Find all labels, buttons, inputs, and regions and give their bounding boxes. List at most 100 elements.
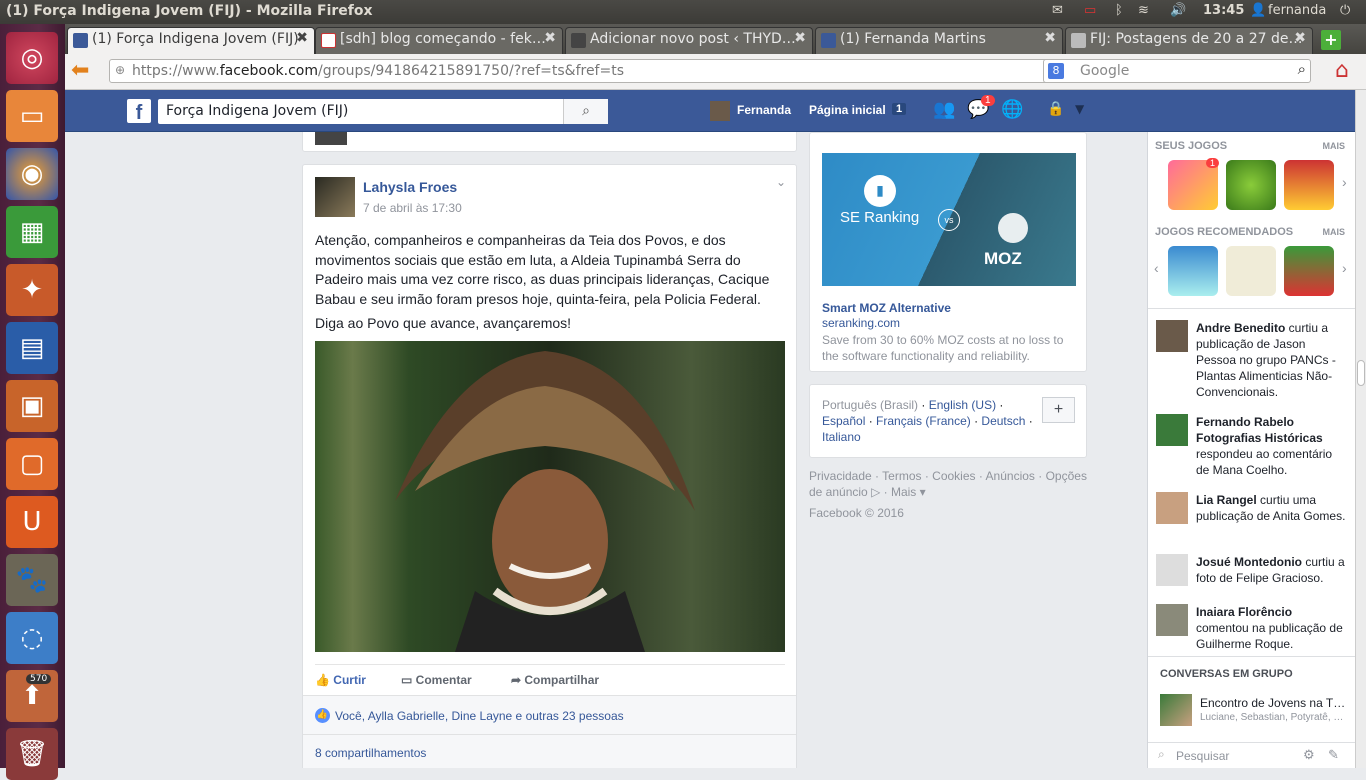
ubuntu-icon[interactable]: ◎ (6, 32, 58, 84)
trash-icon[interactable]: 🗑 (6, 728, 58, 780)
home-icon[interactable]: ⌂ (1335, 58, 1349, 83)
close-icon[interactable]: ✖ (544, 30, 556, 46)
close-icon[interactable]: ✖ (794, 30, 806, 46)
share-button[interactable]: ➦ Compartilhar (511, 673, 599, 687)
divider (1148, 656, 1356, 657)
ad-image[interactable]: ▮ SE Ranking vs MOZ (822, 153, 1076, 286)
more-link[interactable]: MAIS (1323, 141, 1346, 151)
frog-game-icon[interactable] (1226, 160, 1276, 210)
mail-icon[interactable]: ✉ (1052, 3, 1063, 18)
languages-card: Português (Brasil) · English (US) · Espa… (809, 384, 1087, 458)
clock[interactable]: 13:45 (1203, 3, 1244, 18)
add-language-button[interactable]: + (1042, 397, 1075, 423)
chat-search-bar[interactable]: ⌕ Pesquisar ⚙ ✎ (1148, 742, 1356, 768)
volume-icon[interactable]: 🔊 (1170, 3, 1186, 18)
footer-link[interactable]: Mais (891, 485, 916, 499)
tab-fij-postagens[interactable]: FIJ: Postagens de 20 a 27 de… ✖ (1065, 27, 1313, 54)
chevron-right-icon[interactable]: › (1342, 174, 1347, 190)
web-search-input[interactable]: 8 Google ⌕ (1043, 59, 1311, 83)
gimp-icon[interactable]: 🐾 (6, 554, 58, 606)
page-icon (1071, 33, 1086, 48)
spreadsheet-icon[interactable]: ▦ (6, 206, 58, 258)
close-icon[interactable]: ✖ (296, 30, 308, 46)
angry-birds-icon[interactable] (1284, 246, 1334, 296)
clock-game-icon[interactable] (1226, 246, 1276, 296)
ad-card[interactable]: ▮ SE Ranking vs MOZ Smart MOZ Alternativ… (809, 132, 1087, 372)
page-footer: Privacidade · Termos · Cookies · Anúncio… (809, 469, 1087, 520)
footer-link[interactable]: Cookies (932, 469, 975, 483)
language-option[interactable]: Español (822, 414, 865, 428)
language-option[interactable]: English (US) (929, 398, 996, 412)
page-scrollbar[interactable] (1355, 90, 1366, 768)
tab-label: [sdh] blog começando - fek… (340, 31, 546, 47)
footer-link[interactable]: Termos (882, 469, 921, 483)
compose-icon[interactable]: ✎ (1328, 747, 1339, 763)
facebook-search-input[interactable]: Força Indigena Jovem (FIJ) ⌕ (158, 99, 608, 124)
tab-fernanda-martins[interactable]: (1) Fernanda Martins ✖ (815, 27, 1063, 54)
privacy-lock-icon[interactable]: 🔒 (1047, 101, 1064, 117)
ubuntu-one-icon[interactable]: U (6, 496, 58, 548)
user-name[interactable]: fernanda (1268, 3, 1326, 18)
facebook-logo-icon[interactable]: f (127, 99, 151, 124)
search-icon[interactable]: ⌕ (563, 99, 608, 124)
home-link[interactable]: Página inicial (809, 103, 886, 117)
gear-icon[interactable]: ⚙ (1303, 747, 1315, 763)
wifi-icon[interactable]: ≋ (1138, 3, 1149, 18)
power-icon[interactable]: ⏻ (1340, 3, 1350, 18)
millionaire-city-icon[interactable] (1284, 160, 1334, 210)
google-icon[interactable]: 8 (1048, 63, 1064, 79)
chevron-right-icon[interactable]: › (1342, 260, 1347, 276)
post-author[interactable]: Lahysla Froes (363, 179, 457, 195)
settings-icon[interactable]: ✦ (6, 264, 58, 316)
language-option[interactable]: Deutsch (981, 414, 1025, 428)
impress-icon[interactable]: ▣ (6, 380, 58, 432)
search-icon[interactable]: ⌕ (1298, 60, 1306, 78)
comment-button[interactable]: ▭ Comentar (401, 673, 472, 687)
tab-label: Adicionar novo post ‹ THYD… (590, 31, 796, 47)
bluetooth-icon[interactable]: ᛒ (1115, 3, 1123, 18)
more-link[interactable]: MAIS (1323, 227, 1346, 237)
firefox-icon[interactable]: ◉ (6, 148, 58, 200)
avatar (1156, 414, 1188, 446)
tab-adicionar-post[interactable]: Adicionar novo post ‹ THYD… ✖ (565, 27, 813, 54)
comment-label: Comentar (415, 673, 472, 687)
back-arrow-icon[interactable]: ⬅ (71, 58, 89, 83)
battery-icon[interactable]: ▭ (1084, 3, 1096, 18)
friend-requests-icon[interactable]: 👥 (933, 99, 955, 120)
group-chat-members: Luciane, Sebastian, Potyratê, … (1200, 712, 1344, 723)
language-option[interactable]: Français (France) (876, 414, 971, 428)
chromium-icon[interactable]: ◌ (6, 612, 58, 664)
ad-domain[interactable]: seranking.com (822, 316, 900, 330)
notifications-globe-icon[interactable]: 🌐 (1001, 99, 1023, 120)
shares-count[interactable]: 8 compartilhamentos (315, 746, 426, 760)
like-button[interactable]: 👍 Curtir (315, 673, 366, 687)
tab-sdh-blog[interactable]: [sdh] blog começando - fek… ✖ (315, 27, 563, 54)
avatar[interactable] (710, 101, 730, 121)
robot-icon (998, 213, 1028, 243)
files-icon[interactable]: ▭ (6, 90, 58, 142)
profile-link[interactable]: Fernanda (737, 103, 791, 117)
post-photo[interactable] (315, 341, 785, 652)
language-option[interactable]: Italiano (822, 430, 861, 444)
writer-icon[interactable]: ▤ (6, 322, 58, 374)
software-center-icon[interactable]: ▢ (6, 438, 58, 490)
chevron-down-icon[interactable]: ▼ (1075, 102, 1084, 116)
tab-forca-indigena[interactable]: (1) Força Indigena Jovem (FIJ) ✖ (67, 27, 315, 54)
new-tab-button[interactable]: + (1321, 30, 1341, 50)
close-icon[interactable]: ✖ (1044, 30, 1056, 46)
footer-link[interactable]: Anúncios (986, 469, 1035, 483)
chevron-left-icon[interactable]: ‹ (1154, 260, 1159, 276)
frozen-game-icon[interactable] (1168, 246, 1218, 296)
author-avatar[interactable] (315, 177, 355, 217)
ad-title[interactable]: Smart MOZ Alternative (822, 301, 951, 315)
scrollbar-thumb[interactable] (1357, 360, 1365, 386)
url-bar[interactable]: ⊕ https://www.facebook.com/groups/941864… (109, 59, 1099, 83)
likes-summary[interactable]: Você, Aylla Gabrielle, Dine Layne e outr… (335, 709, 624, 723)
post-time[interactable]: 7 de abril às 17:30 (363, 201, 462, 215)
chevron-down-icon[interactable]: ⌄ (776, 175, 786, 189)
group-chat-title[interactable]: Encontro de Jovens na T… (1200, 696, 1345, 710)
group-chat-avatar[interactable] (1160, 694, 1192, 726)
post-footer: 👍 Você, Aylla Gabrielle, Dine Layne e ou… (303, 695, 796, 768)
footer-link[interactable]: Privacidade (809, 469, 872, 483)
close-icon[interactable]: ✖ (1294, 30, 1306, 46)
